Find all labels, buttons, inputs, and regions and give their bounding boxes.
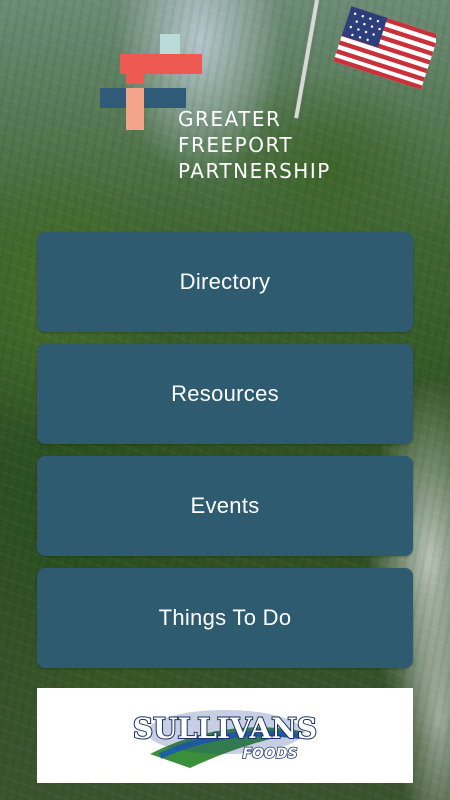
directory-button[interactable]: Directory — [37, 232, 413, 332]
svg-text:FOODS: FOODS — [242, 746, 297, 762]
sponsor-banner[interactable]: SULLIVANS FOODS — [37, 688, 413, 783]
logo-line-2: FREEPORT — [178, 133, 294, 157]
logo-line-3: PARTNERSHIP — [178, 159, 331, 183]
sullivans-foods-logo-icon: SULLIVANS FOODS — [132, 709, 318, 768]
events-button[interactable]: Events — [37, 456, 413, 556]
resources-button[interactable]: Resources — [37, 344, 413, 444]
logo-wordmark: GREATER FREEPORT PARTNERSHIP — [178, 106, 331, 184]
things-to-do-button[interactable]: Things To Do — [37, 568, 413, 668]
american-flag-icon — [333, 6, 436, 90]
svg-text:SULLIVANS: SULLIVANS — [133, 712, 317, 745]
logo-line-1: GREATER — [178, 107, 282, 131]
